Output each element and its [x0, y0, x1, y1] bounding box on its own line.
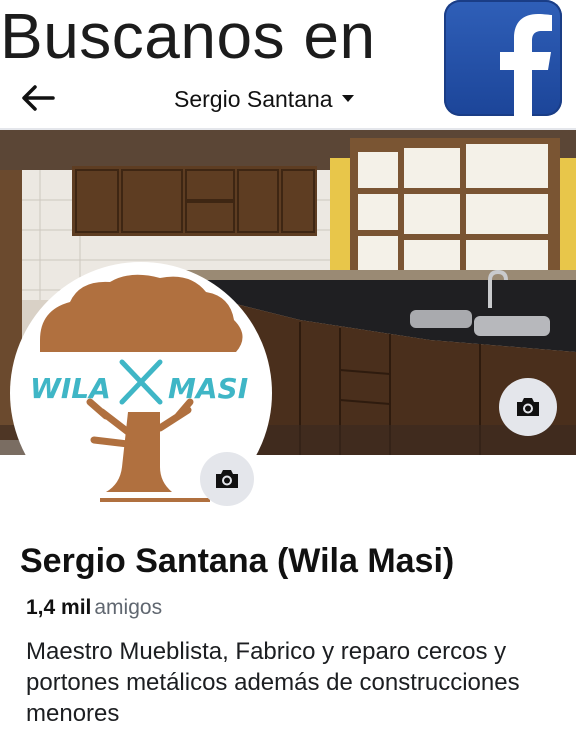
back-button[interactable] — [18, 82, 58, 114]
facebook-logo-icon[interactable] — [444, 0, 562, 116]
camera-icon — [517, 398, 539, 416]
camera-icon — [216, 470, 238, 488]
profile-name: Sergio Santana (Wila Masi) — [20, 542, 455, 580]
caret-down-icon — [341, 95, 354, 102]
promo-title: Buscanos en — [0, 0, 376, 72]
avatar-camera-button[interactable] — [200, 452, 254, 506]
profile-header-bar: Sergio Santana — [0, 72, 440, 126]
arrow-left-icon — [22, 85, 55, 111]
avatar-logo-text-right: MASI — [168, 372, 248, 405]
friends-count[interactable]: 1,4 mil amigos — [26, 596, 162, 620]
cover-camera-button[interactable] — [499, 378, 557, 436]
friends-count-label: amigos — [94, 596, 163, 619]
avatar-logo-text-left: WILA — [30, 372, 111, 405]
page-title: Sergio Santana — [174, 85, 333, 112]
profile-switcher[interactable]: Sergio Santana — [174, 85, 355, 113]
profile-bio: Maestro Mueblista, Fabrico y reparo cerc… — [26, 638, 520, 727]
friends-count-value: 1,4 mil — [26, 596, 92, 619]
